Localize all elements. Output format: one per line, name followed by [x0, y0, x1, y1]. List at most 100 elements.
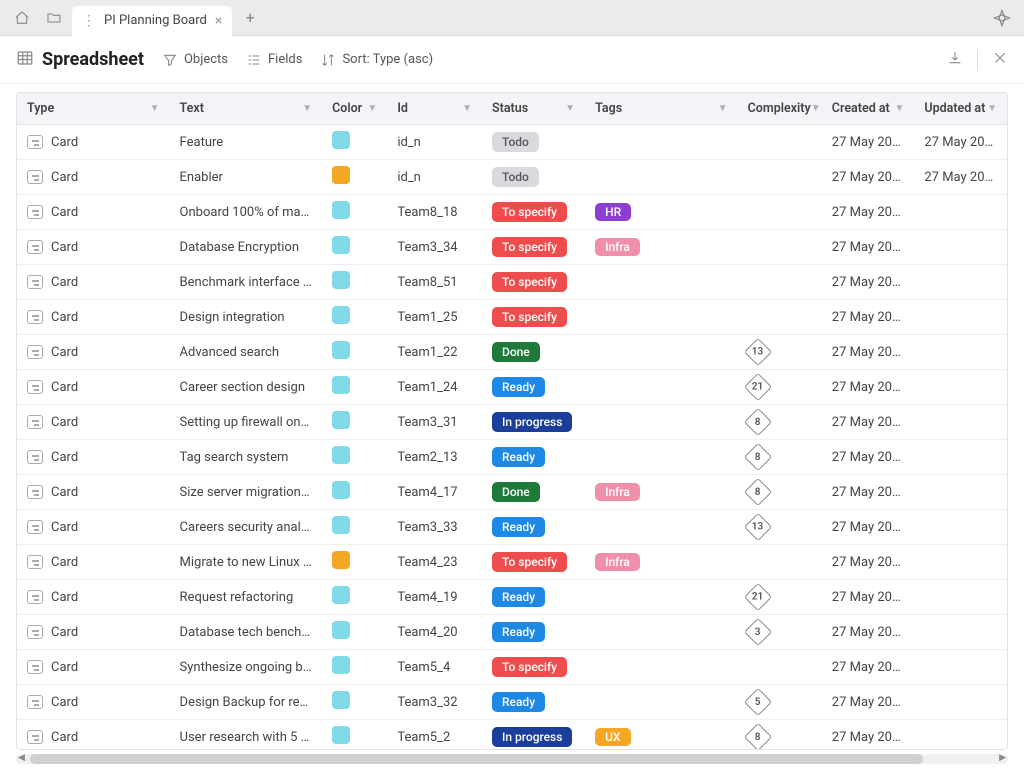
color-swatch[interactable] [332, 446, 350, 464]
cell-tags[interactable] [585, 160, 738, 195]
cell-complexity[interactable]: 5 [738, 685, 822, 720]
cell-tags[interactable] [585, 650, 738, 685]
download-icon[interactable] [947, 50, 963, 70]
color-swatch[interactable] [332, 481, 350, 499]
color-swatch[interactable] [332, 691, 350, 709]
app-logo-icon[interactable] [988, 4, 1016, 32]
cell-complexity[interactable]: 13 [738, 335, 822, 370]
cell-id[interactable]: Team4_19 [387, 580, 482, 615]
color-swatch[interactable] [332, 726, 350, 744]
cell-text[interactable]: User research with 5 beta-t... [170, 720, 323, 751]
cell-id[interactable]: id_n [387, 125, 482, 160]
color-swatch[interactable] [332, 201, 350, 219]
tag-pill[interactable]: Infra [595, 483, 640, 501]
scrollbar-thumb[interactable] [30, 754, 923, 764]
grid-scroll-area[interactable]: Type▼ Text▼ Color▼ Id▼ Status▼ Tags▼ Com… [16, 92, 1008, 750]
tag-pill[interactable]: HR [595, 203, 631, 221]
cell-complexity[interactable] [738, 265, 822, 300]
cell-text[interactable]: Design integration [170, 300, 323, 335]
cell-text[interactable]: Design Backup for recovery [170, 685, 323, 720]
cell-complexity[interactable]: 8 [738, 440, 822, 475]
header-color[interactable]: Color▼ [322, 93, 387, 125]
cell-id[interactable]: Team5_2 [387, 720, 482, 751]
cell-id[interactable]: Team4_20 [387, 615, 482, 650]
color-swatch[interactable] [332, 271, 350, 289]
cell-complexity[interactable] [738, 650, 822, 685]
tag-pill[interactable]: UX [595, 728, 630, 746]
color-swatch[interactable] [332, 411, 350, 429]
status-pill[interactable]: Done [492, 482, 540, 502]
header-type[interactable]: Type▼ [17, 93, 170, 125]
table-row[interactable]: CardOnboard 100% of managersTeam8_18To s… [17, 195, 1007, 230]
color-swatch[interactable] [332, 341, 350, 359]
cell-text[interactable]: Migrate to new Linux server [170, 545, 323, 580]
table-row[interactable]: CardEnablerid_nTodo27 May 202427 May 202… [17, 160, 1007, 195]
cell-tags[interactable]: HR [585, 195, 738, 230]
scroll-left-icon[interactable]: ◀ [18, 753, 25, 763]
table-row[interactable]: CardUser research with 5 beta-t...Team5_… [17, 720, 1007, 751]
home-icon[interactable] [8, 4, 36, 32]
header-id[interactable]: Id▼ [387, 93, 482, 125]
cell-id[interactable]: Team8_18 [387, 195, 482, 230]
tab-close-icon[interactable]: × [215, 13, 222, 29]
cell-complexity[interactable]: 21 [738, 580, 822, 615]
status-pill[interactable]: To specify [492, 657, 567, 677]
table-row[interactable]: CardTag search systemTeam2_13Ready827 Ma… [17, 440, 1007, 475]
cell-tags[interactable] [585, 370, 738, 405]
cell-tags[interactable]: Infra [585, 230, 738, 265]
status-pill[interactable]: Ready [492, 517, 545, 537]
cell-tags[interactable]: Infra [585, 545, 738, 580]
cell-id[interactable]: Team3_33 [387, 510, 482, 545]
cell-tags[interactable] [585, 440, 738, 475]
status-pill[interactable]: In progress [492, 727, 572, 747]
fields-button[interactable]: Fields [246, 52, 302, 68]
color-swatch[interactable] [332, 656, 350, 674]
cell-tags[interactable] [585, 510, 738, 545]
close-view-icon[interactable] [992, 50, 1008, 70]
table-row[interactable]: CardSynthesize ongoing beta-t...Team5_4T… [17, 650, 1007, 685]
color-swatch[interactable] [332, 236, 350, 254]
cell-id[interactable]: Team3_32 [387, 685, 482, 720]
cell-id[interactable]: Team2_13 [387, 440, 482, 475]
cell-complexity[interactable] [738, 125, 822, 160]
cell-text[interactable]: Careers security analysis [170, 510, 323, 545]
cell-complexity[interactable] [738, 300, 822, 335]
tab-menu-icon[interactable]: ⋮ [82, 13, 96, 29]
header-complexity[interactable]: Complexity▼ [738, 93, 822, 125]
tag-pill[interactable]: Infra [595, 238, 640, 256]
header-created[interactable]: Created at▼ [822, 93, 915, 125]
table-row[interactable]: CardDesign Backup for recoveryTeam3_32Re… [17, 685, 1007, 720]
cell-complexity[interactable]: 8 [738, 475, 822, 510]
status-pill[interactable]: Done [492, 342, 540, 362]
status-pill[interactable]: Ready [492, 622, 545, 642]
table-row[interactable]: CardFeatureid_nTodo27 May 202427 May 202… [17, 125, 1007, 160]
cell-tags[interactable] [585, 335, 738, 370]
header-tags[interactable]: Tags▼ [585, 93, 738, 125]
color-swatch[interactable] [332, 166, 350, 184]
cell-id[interactable]: Team1_22 [387, 335, 482, 370]
status-pill[interactable]: Ready [492, 377, 545, 397]
cell-complexity[interactable] [738, 230, 822, 265]
cell-id[interactable]: Team3_34 [387, 230, 482, 265]
tab-pi-planning-board[interactable]: ⋮ PI Planning Board × [72, 6, 232, 36]
cell-complexity[interactable]: 8 [738, 720, 822, 751]
color-swatch[interactable] [332, 306, 350, 324]
cell-complexity[interactable]: 8 [738, 405, 822, 440]
cell-tags[interactable] [585, 615, 738, 650]
cell-text[interactable]: Feature [170, 125, 323, 160]
cell-id[interactable]: Team8_51 [387, 265, 482, 300]
header-updated[interactable]: Updated at▼ [914, 93, 1007, 125]
table-row[interactable]: CardAdvanced searchTeam1_22Done1327 May … [17, 335, 1007, 370]
cell-text[interactable]: Database Encryption [170, 230, 323, 265]
status-pill[interactable]: To specify [492, 237, 567, 257]
color-swatch[interactable] [332, 131, 350, 149]
cell-tags[interactable] [585, 685, 738, 720]
status-pill[interactable]: In progress [492, 412, 572, 432]
table-row[interactable]: CardMigrate to new Linux serverTeam4_23T… [17, 545, 1007, 580]
table-row[interactable]: CardDatabase EncryptionTeam3_34To specif… [17, 230, 1007, 265]
cell-complexity[interactable]: 13 [738, 510, 822, 545]
color-swatch[interactable] [332, 586, 350, 604]
table-row[interactable]: CardCareers security analysisTeam3_33Rea… [17, 510, 1007, 545]
cell-text[interactable]: Tag search system [170, 440, 323, 475]
cell-text[interactable]: Request refactoring [170, 580, 323, 615]
